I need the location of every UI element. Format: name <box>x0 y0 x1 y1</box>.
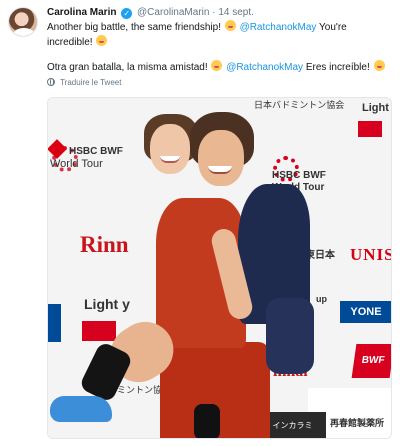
author-handle[interactable]: @CarolinaMarin <box>137 7 209 18</box>
translate-label: Traduire le Tweet <box>60 78 122 87</box>
kissing-face-emoji-icon <box>373 60 385 71</box>
tweet-date[interactable]: 14 sept. <box>218 7 254 18</box>
bwf-logo-red: BWF <box>351 344 391 378</box>
hsbc-right-text: HSBC BWF <box>272 170 326 181</box>
sponsor-panel-left <box>48 304 61 342</box>
mention-link[interactable]: @RatchanokMay <box>226 62 303 73</box>
tweet-photo[interactable]: HSBC BWF World Tour HSBC BWF World Tour … <box>47 97 392 439</box>
avatar-shirt <box>13 28 35 36</box>
unis-logo: UNIS <box>350 245 392 264</box>
saishunkan-logo: 再春館製薬所 <box>330 418 385 428</box>
yonex-logo: YONE <box>340 301 391 323</box>
tweet-line2-text: Otra gran batalla, la misma amistad! <box>47 62 208 73</box>
daihatsu-logo-icon <box>358 121 382 137</box>
author-name[interactable]: Carolina Marin <box>47 7 116 18</box>
globe-icon <box>47 78 55 86</box>
tweet-text-spanish: Otra gran batalla, la misma amistad! @Ra… <box>47 60 392 75</box>
light-logo-mid: Light y <box>84 296 130 312</box>
player-right-shorts <box>266 298 314 374</box>
winking-face-tongue-emoji-icon <box>211 60 223 71</box>
rinnai-logo-left: Rinn <box>80 232 129 257</box>
player-right-shoe <box>50 396 112 422</box>
hsbc-left-text: HSBC BWF <box>69 146 123 157</box>
tweet-card: Carolina Marin ✓ @CarolinaMarin · 14 sep… <box>0 0 400 446</box>
up-logo: up <box>316 294 327 304</box>
translate-tweet-link[interactable]: Traduire le Tweet <box>47 78 121 87</box>
player-right-face <box>198 130 244 186</box>
hsbc-logo-left: HSBC BWF World Tour <box>48 139 123 171</box>
player-left-shoe <box>194 404 220 438</box>
tweet-line1-text: Another big battle, the same friendship! <box>47 22 221 33</box>
verified-badge-icon: ✓ <box>121 8 133 19</box>
hsbc-left-sub: World Tour <box>50 158 103 170</box>
badminton-association-logo: 日本バドミントン協会 <box>254 100 345 110</box>
daihatsu-logo-icon <box>82 321 116 341</box>
separator-dot: · <box>212 7 216 18</box>
winking-face-tongue-emoji-icon <box>224 20 236 31</box>
light-logo-top: Light <box>362 102 389 114</box>
kissing-face-emoji-icon <box>96 35 108 46</box>
player-left-face <box>150 124 190 174</box>
mention-link[interactable]: @RatchanokMay <box>240 22 317 33</box>
tweet-text-english: Another big battle, the same friendship!… <box>47 20 392 50</box>
profile-avatar[interactable] <box>8 7 38 37</box>
tweet-header: Carolina Marin ✓ @CarolinaMarin · 14 sep… <box>47 7 254 19</box>
hsbc-hexagon-icon <box>48 139 67 159</box>
tweet-line2-after: Eres increíble! <box>305 62 370 73</box>
